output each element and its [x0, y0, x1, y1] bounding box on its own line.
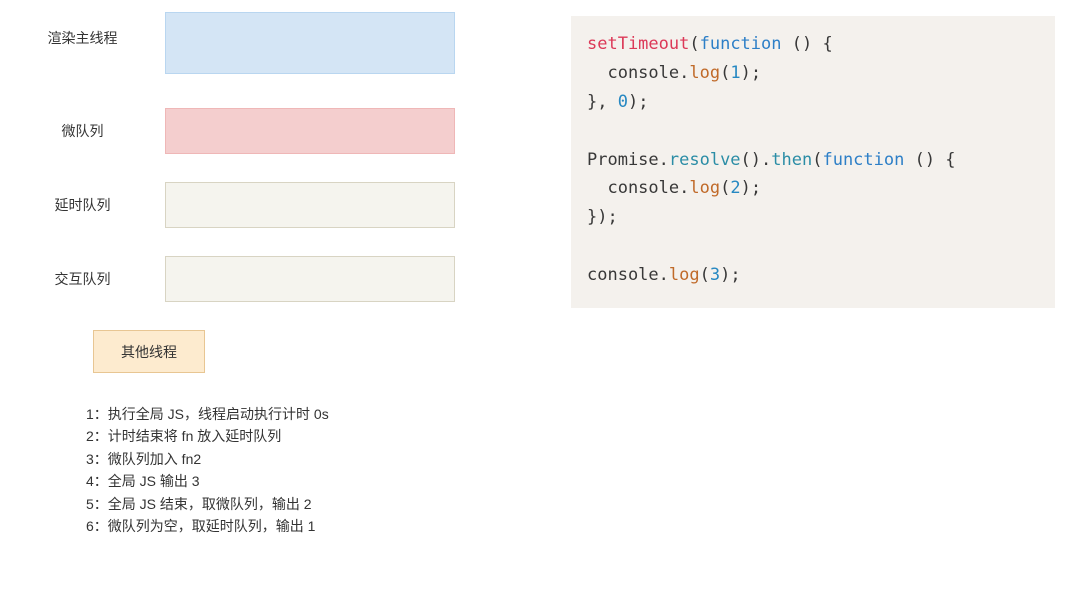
code-token: () { — [792, 34, 833, 54]
code-token: resolve — [669, 150, 741, 170]
queue-box-micro — [165, 108, 455, 154]
queue-box-main — [165, 12, 455, 74]
code-line: }, 0); — [587, 88, 1039, 117]
code-token: function — [822, 150, 914, 170]
code-panel: setTimeout(function () { console.log(1);… — [571, 16, 1055, 308]
queue-box-delay — [165, 182, 455, 228]
code-token: setTimeout — [587, 34, 689, 54]
code-token: log — [689, 178, 720, 198]
code-line: setTimeout(function () { — [587, 30, 1039, 59]
code-token: (). — [741, 150, 772, 170]
other-thread-box: 其他线程 — [93, 330, 205, 373]
code-line — [587, 117, 1039, 146]
code-token: 2 — [730, 178, 740, 198]
code-line — [587, 232, 1039, 261]
queue-label-micro: 微队列 — [0, 121, 165, 141]
code-token: ); — [628, 92, 648, 112]
code-token: Promise. — [587, 150, 669, 170]
code-token: ); — [741, 178, 761, 198]
code-token: console. — [587, 63, 689, 83]
code-token: 3 — [710, 265, 720, 285]
step-line: 5：全局 JS 结束，取微队列，输出 2 — [86, 493, 540, 515]
step-line: 3：微队列加入 fn2 — [86, 448, 540, 470]
queue-label-inter: 交互队列 — [0, 269, 165, 289]
code-token: log — [689, 63, 720, 83]
code-line: console.log(2); — [587, 174, 1039, 203]
queue-label-delay: 延时队列 — [0, 195, 165, 215]
queue-row-main: 渲染主线程 — [0, 12, 540, 64]
code-token: ( — [720, 178, 730, 198]
queue-row-delay: 延时队列 — [0, 182, 540, 228]
step-line: 2：计时结束将 fn 放入延时队列 — [86, 425, 540, 447]
step-line: 6：微队列为空，取延时队列，输出 1 — [86, 515, 540, 537]
step-line: 4：全局 JS 输出 3 — [86, 470, 540, 492]
queue-label-main: 渲染主线程 — [0, 28, 165, 48]
code-line: console.log(1); — [587, 59, 1039, 88]
code-token: 1 — [730, 63, 740, 83]
diagram-left-panel: 渲染主线程 微队列 延时队列 交互队列 其他线程 1：执行全局 JS，线程启动执… — [0, 12, 540, 537]
code-token: ( — [812, 150, 822, 170]
code-token: function — [700, 34, 792, 54]
code-line: }); — [587, 203, 1039, 232]
code-token: log — [669, 265, 700, 285]
step-line: 1：执行全局 JS，线程启动执行计时 0s — [86, 403, 540, 425]
code-token: () { — [915, 150, 956, 170]
queue-row-micro: 微队列 — [0, 108, 540, 154]
code-line: console.log(3); — [587, 261, 1039, 290]
code-token: ( — [720, 63, 730, 83]
code-token: ( — [700, 265, 710, 285]
code-token: }, — [587, 92, 618, 112]
queue-box-inter — [165, 256, 455, 302]
code-token: then — [771, 150, 812, 170]
code-token: console. — [587, 265, 669, 285]
code-line: Promise.resolve().then(function () { — [587, 146, 1039, 175]
code-token: ); — [741, 63, 761, 83]
steps-list: 1：执行全局 JS，线程启动执行计时 0s 2：计时结束将 fn 放入延时队列 … — [86, 403, 540, 537]
code-token: ); — [720, 265, 740, 285]
other-thread-label: 其他线程 — [121, 342, 177, 362]
code-token: ( — [689, 34, 699, 54]
queue-row-inter: 交互队列 — [0, 256, 540, 302]
code-token: 0 — [618, 92, 628, 112]
code-token: console. — [587, 178, 689, 198]
code-token: }); — [587, 207, 618, 227]
